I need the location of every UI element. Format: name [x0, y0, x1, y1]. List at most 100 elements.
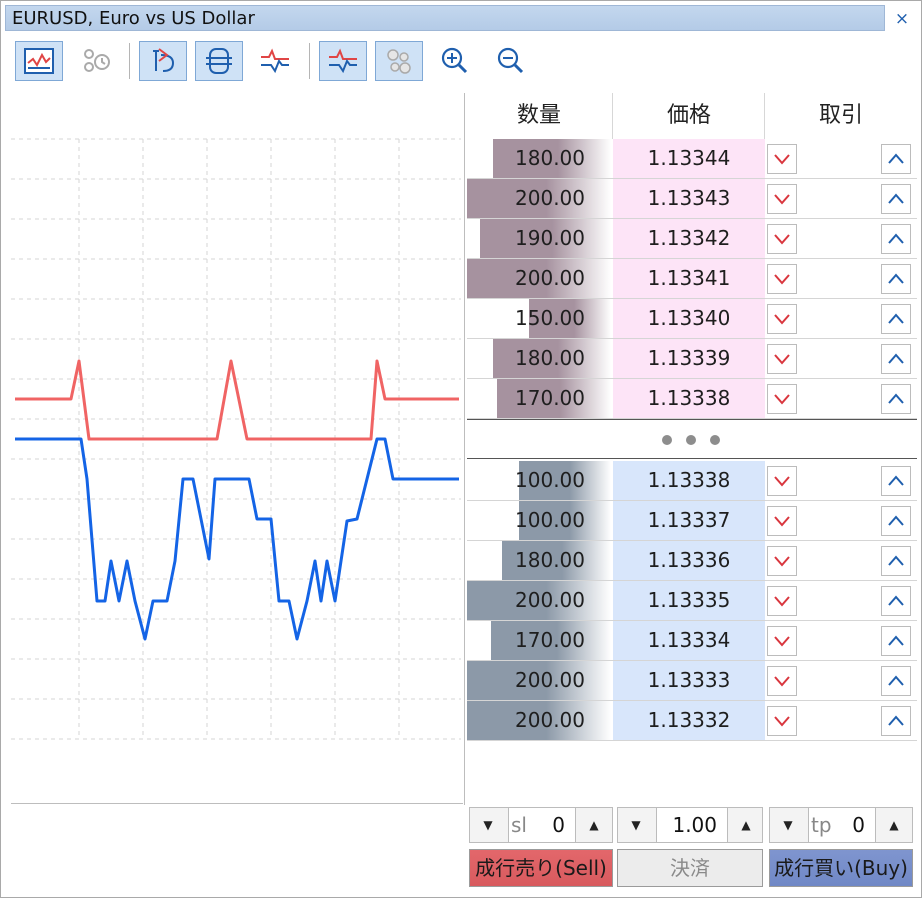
bid-row: 170.00 1.13334: [467, 621, 917, 661]
price-header: 価格: [666, 103, 711, 128]
chevron-down-icon: [774, 635, 790, 647]
sell-limit-button[interactable]: [767, 224, 797, 254]
trade-cell: [765, 299, 917, 338]
volume-cell: 180.00: [467, 541, 611, 580]
sl-decrease-button[interactable]: ▼: [470, 808, 506, 842]
zoom-in-icon: [441, 47, 468, 74]
pending-orders-icon: [84, 49, 110, 72]
sell-limit-button[interactable]: [767, 144, 797, 174]
depth-of-market-table: 数量 価格 取引 180.00 1.13344 200.00 1.13343 190.0…: [467, 93, 917, 741]
volume-value: 100.00: [515, 508, 585, 532]
pending-orders-button[interactable]: [71, 41, 119, 81]
close-window-button[interactable]: ×: [891, 9, 913, 29]
tick-chart[interactable]: [11, 93, 465, 805]
market-sell-button[interactable]: 成行売り(Sell): [469, 849, 613, 887]
tp-increase-button[interactable]: ▲: [876, 808, 912, 842]
chevron-down-icon: [774, 595, 790, 607]
order-levels-icon: [206, 48, 232, 74]
tick-chart-icon: [261, 48, 289, 74]
depth-bubbles-button[interactable]: [375, 41, 423, 81]
tick-chart-svg: [11, 138, 461, 740]
chevron-up-icon: [888, 555, 904, 567]
sell-limit-button[interactable]: [767, 666, 797, 696]
tick-chart-button[interactable]: [251, 41, 299, 81]
price-cell: 1.13338: [613, 379, 765, 418]
market-buy-button[interactable]: 成行買い(Buy): [769, 849, 913, 887]
ask-row: 180.00 1.13344: [467, 139, 917, 179]
volume-cell: 200.00: [467, 661, 611, 700]
buy-limit-button[interactable]: [881, 626, 911, 656]
chevron-up-icon: [888, 393, 904, 405]
volume-input[interactable]: 1.00: [656, 808, 728, 842]
volume-decrease-button[interactable]: ▼: [618, 808, 654, 842]
sell-limit-button[interactable]: [767, 626, 797, 656]
sell-limit-button[interactable]: [767, 546, 797, 576]
tick-chart-toggle-button[interactable]: [319, 41, 367, 81]
one-click-trading-button[interactable]: [139, 41, 187, 81]
volume-cell: 150.00: [467, 299, 611, 338]
tp-value: 0: [852, 813, 865, 837]
buy-limit-button[interactable]: [881, 184, 911, 214]
sell-limit-button[interactable]: [767, 184, 797, 214]
price-cell: 1.13332: [613, 701, 765, 740]
order-levels-button[interactable]: [195, 41, 243, 81]
chevron-down-icon: [774, 153, 790, 165]
sl-label: sl: [511, 813, 527, 837]
volume-cell: 190.00: [467, 219, 611, 258]
volume-value: 200.00: [515, 266, 585, 290]
sl-value: 0: [552, 813, 565, 837]
zoom-in-button[interactable]: [431, 41, 479, 81]
buy-limit-button[interactable]: [881, 506, 911, 536]
buy-limit-button[interactable]: [881, 224, 911, 254]
chevron-up-icon: [888, 193, 904, 205]
trade-cell: [765, 621, 917, 660]
spread-dots-icon: [662, 435, 720, 445]
volume-cell: 200.00: [467, 581, 611, 620]
volume-cell: 200.00: [467, 179, 611, 218]
buy-limit-button[interactable]: [881, 344, 911, 374]
sell-limit-button[interactable]: [767, 466, 797, 496]
chevron-up-icon: [888, 233, 904, 245]
buy-limit-button[interactable]: [881, 546, 911, 576]
chevron-down-icon: [774, 715, 790, 727]
volume-value: 180.00: [515, 346, 585, 370]
stop-loss-input[interactable]: sl 0: [508, 808, 576, 842]
sell-limit-button[interactable]: [767, 706, 797, 736]
take-profit-input[interactable]: tp 0: [808, 808, 876, 842]
chart-divider: [11, 803, 463, 804]
buy-limit-button[interactable]: [881, 706, 911, 736]
chevron-up-icon: [888, 675, 904, 687]
trade-cell: [765, 259, 917, 298]
chevron-up-icon: [888, 475, 904, 487]
sell-limit-button[interactable]: [767, 586, 797, 616]
price-cell: 1.13336: [613, 541, 765, 580]
tp-decrease-button[interactable]: ▼: [770, 808, 806, 842]
spread-row: [467, 419, 917, 459]
volume-cell: 100.00: [467, 461, 611, 500]
buy-limit-button[interactable]: [881, 144, 911, 174]
sell-limit-button[interactable]: [767, 264, 797, 294]
volume-increase-button[interactable]: ▲: [728, 808, 764, 842]
volume-value: 170.00: [515, 628, 585, 652]
chevron-up-icon: [888, 313, 904, 325]
volume-value: 100.00: [515, 468, 585, 492]
zoom-out-button[interactable]: [487, 41, 535, 81]
chart-window-button[interactable]: [15, 41, 63, 81]
trade-cell: [765, 701, 917, 740]
buy-limit-button[interactable]: [881, 384, 911, 414]
chevron-down-icon: [774, 393, 790, 405]
buy-limit-button[interactable]: [881, 666, 911, 696]
sl-increase-button[interactable]: ▲: [576, 808, 612, 842]
ask-row: 180.00 1.13339: [467, 339, 917, 379]
close-position-button[interactable]: 決済: [617, 849, 763, 887]
buy-limit-button[interactable]: [881, 304, 911, 334]
buy-limit-button[interactable]: [881, 466, 911, 496]
sell-limit-button[interactable]: [767, 506, 797, 536]
bid-row: 200.00 1.13332: [467, 701, 917, 741]
buy-limit-button[interactable]: [881, 264, 911, 294]
sell-limit-button[interactable]: [767, 304, 797, 334]
sell-limit-button[interactable]: [767, 384, 797, 414]
buy-limit-button[interactable]: [881, 586, 911, 616]
volume-value: 200.00: [515, 668, 585, 692]
sell-limit-button[interactable]: [767, 344, 797, 374]
